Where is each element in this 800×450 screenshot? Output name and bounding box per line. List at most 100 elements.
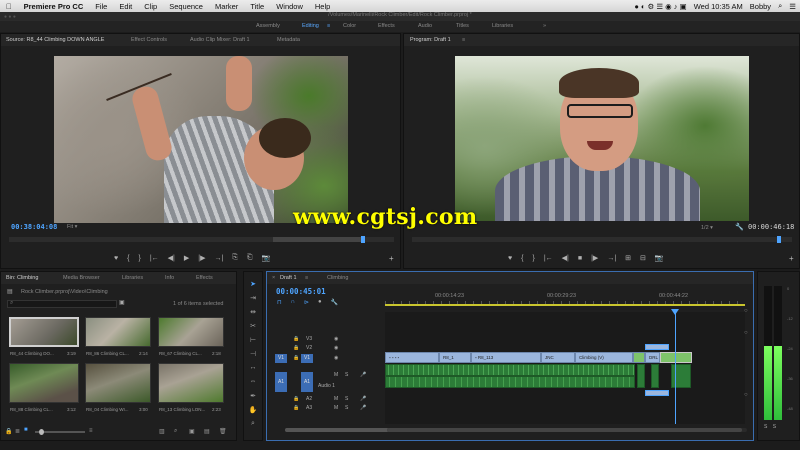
workspace-editing[interactable]: Editing: [302, 23, 319, 29]
tab-info[interactable]: Info: [165, 275, 174, 281]
video-clip[interactable]: [633, 352, 645, 363]
video-clip[interactable]: ▪ R8_113: [471, 352, 541, 363]
program-go-to-in-icon[interactable]: |←: [544, 255, 553, 262]
icon-view-icon[interactable]: ■: [24, 427, 28, 433]
track-area[interactable]: ▪ ▪ ▪ ▪ R8_1 ▪ R8_113 JNC Climbing (V) D…: [385, 309, 745, 424]
track-select-tool-icon[interactable]: ⇥: [248, 294, 258, 304]
extract-icon[interactable]: ⊟: [640, 254, 646, 262]
source-video-frame[interactable]: [54, 56, 348, 223]
pen-tool-icon[interactable]: ✒: [248, 392, 258, 402]
menu-help[interactable]: Help: [309, 2, 336, 11]
vertical-scroll-handle[interactable]: ○: [744, 330, 748, 336]
solo-button[interactable]: S: [345, 396, 348, 402]
solo-button[interactable]: S: [345, 372, 348, 378]
program-add-marker-icon[interactable]: ♥: [508, 255, 512, 262]
play-icon[interactable]: ▶: [184, 254, 189, 262]
clip-thumbnail[interactable]: [9, 317, 79, 347]
tab-media-browser[interactable]: Media Browser: [63, 275, 100, 281]
program-video-frame[interactable]: [455, 56, 749, 221]
playhead-line[interactable]: [675, 312, 676, 424]
timeline-timecode[interactable]: 00:00:45:01: [276, 287, 326, 296]
list-view-icon[interactable]: ≣: [15, 428, 20, 435]
tab-bin-climbing[interactable]: Bin: Climbing: [6, 275, 38, 281]
lock-icon[interactable]: 🔒: [293, 345, 299, 351]
lock-icon[interactable]: 🔒: [293, 405, 299, 411]
source-playhead[interactable]: [361, 236, 365, 243]
source-add-button-icon[interactable]: +: [389, 254, 394, 263]
rate-stretch-tool-icon[interactable]: ↔: [248, 364, 258, 374]
clip-thumbnail[interactable]: [158, 363, 224, 403]
add-marker-icon[interactable]: ♥: [114, 255, 118, 262]
video-clip[interactable]: JNC: [541, 352, 575, 363]
playhead-handle[interactable]: [671, 309, 679, 315]
app-menu[interactable]: Premiere Pro CC: [18, 2, 90, 11]
tab-effect-controls[interactable]: Effect Controls: [131, 37, 167, 43]
settings-wrench-icon[interactable]: 🔧: [331, 299, 338, 306]
workspace-menu-icon[interactable]: ≡: [327, 23, 330, 29]
source-scrubber[interactable]: [9, 236, 394, 243]
tab-effects[interactable]: Effects: [196, 275, 213, 281]
audio-clip[interactable]: [651, 364, 659, 388]
timeline-zoom-bar[interactable]: [387, 428, 747, 432]
program-add-button-icon[interactable]: +: [789, 254, 794, 263]
tab-program[interactable]: Program: Draft 1: [410, 37, 451, 43]
add-edit-icon[interactable]: ⊳: [304, 299, 309, 306]
clip-thumbnail[interactable]: [9, 363, 79, 403]
menu-sequence[interactable]: Sequence: [163, 2, 209, 11]
video-clip[interactable]: Climbing (V): [575, 352, 633, 363]
lock-icon[interactable]: 🔒: [5, 428, 12, 435]
workspace-color[interactable]: Color: [343, 23, 356, 29]
new-item-icon[interactable]: ▤: [204, 428, 210, 435]
program-scrubber[interactable]: [412, 236, 792, 243]
vertical-scroll-handle[interactable]: ○: [744, 308, 748, 314]
export-frame-icon[interactable]: 📷: [262, 254, 271, 262]
track-target-v1[interactable]: V1: [301, 354, 313, 363]
insert-icon[interactable]: ⎘: [232, 254, 238, 262]
time-ruler[interactable]: 00:00:14:23 00:00:29:23 00:00:44:22: [385, 288, 745, 308]
sort-icon[interactable]: ≡: [89, 428, 93, 434]
tab-source[interactable]: Source: R8_44 Climbing DOWN ANGLE: [6, 37, 104, 43]
menu-window[interactable]: Window: [270, 2, 309, 11]
search-icon[interactable]: ⌕: [778, 1, 782, 11]
timeline-menu-icon[interactable]: ≡: [305, 275, 308, 281]
zoom-slider[interactable]: [35, 429, 85, 435]
linked-selection-icon[interactable]: ∩: [291, 299, 295, 306]
tab-draft-1[interactable]: Draft 1: [280, 275, 297, 281]
new-item-folder-icon[interactable]: ▣: [189, 428, 195, 435]
menu-clip[interactable]: Clip: [138, 2, 163, 11]
menu-marker[interactable]: Marker: [209, 2, 244, 11]
tab-metadata[interactable]: Metadata: [277, 37, 300, 43]
user-name[interactable]: Bobby: [750, 2, 771, 11]
tab-libraries[interactable]: Libraries: [122, 275, 143, 281]
step-back-icon[interactable]: ◀|: [168, 254, 175, 262]
program-mark-in-icon[interactable]: {: [521, 255, 523, 262]
list-icon[interactable]: ☰: [789, 2, 796, 11]
go-to-in-icon[interactable]: |←: [150, 255, 159, 262]
workspace-libraries[interactable]: Libraries: [492, 23, 513, 29]
lift-icon[interactable]: ⊞: [625, 254, 631, 262]
lock-icon[interactable]: 🔒: [293, 396, 299, 402]
clip-thumbnail[interactable]: [85, 363, 151, 403]
program-menu-icon[interactable]: ≡: [462, 37, 465, 43]
solo-left-button[interactable]: S: [764, 424, 767, 430]
voiceover-mic-icon[interactable]: 🎤: [360, 396, 366, 402]
voiceover-mic-icon[interactable]: 🎤: [360, 372, 366, 378]
menu-title[interactable]: Title: [244, 2, 270, 11]
clip-thumbnail[interactable]: [85, 317, 151, 347]
source-patch-a1[interactable]: A1: [275, 372, 287, 392]
zoom-bar-thumb[interactable]: [387, 428, 742, 432]
program-mark-out-icon[interactable]: }: [533, 255, 535, 262]
clock[interactable]: Wed 10:35 AM: [694, 2, 743, 11]
close-icon[interactable]: ×: [272, 275, 275, 281]
hand-tool-icon[interactable]: ✋: [248, 406, 258, 416]
audio-clip[interactable]: [385, 364, 635, 376]
slip-tool-icon[interactable]: ⊢: [248, 336, 258, 346]
go-to-out-icon[interactable]: →|: [214, 255, 223, 262]
workspace-audio[interactable]: Audio: [418, 23, 432, 29]
new-bin-icon[interactable]: ▣: [119, 299, 125, 306]
audio-clip[interactable]: [385, 376, 635, 388]
work-area-bar[interactable]: [385, 304, 745, 306]
solo-button[interactable]: S: [345, 405, 348, 411]
slide-tool-icon[interactable]: ⊣: [248, 350, 258, 360]
workspace-overflow[interactable]: »: [543, 23, 546, 29]
